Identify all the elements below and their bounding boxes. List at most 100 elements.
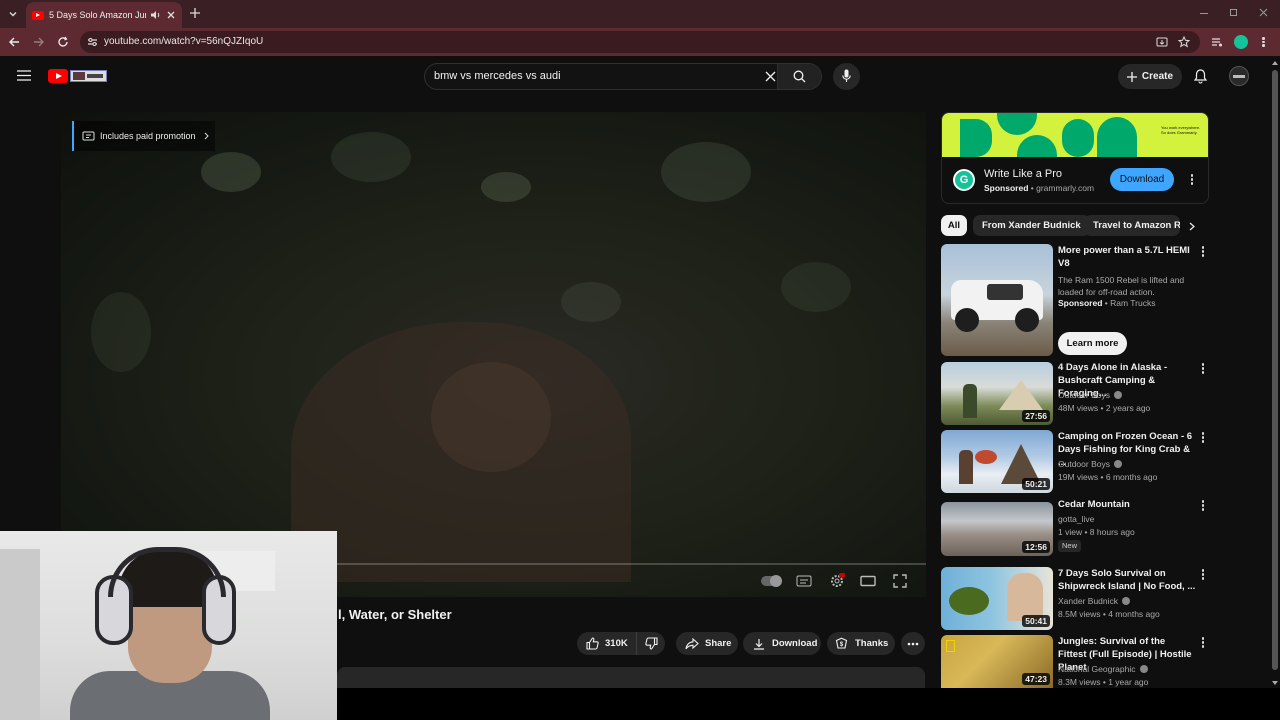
- promoted-thumbnail[interactable]: [941, 244, 1053, 356]
- search-box[interactable]: bmw vs mercedes vs audi: [424, 63, 822, 90]
- chip-travel-to-amazon[interactable]: Travel to Amazon R: [1084, 215, 1180, 236]
- video-thumbnail[interactable]: 27:56: [941, 362, 1053, 425]
- download-icon: [754, 638, 764, 650]
- promoted-title[interactable]: More power than a 5.7L HEMI V8: [1058, 244, 1196, 270]
- video-more-icon[interactable]: [1200, 362, 1206, 376]
- install-app-icon[interactable]: [1156, 36, 1168, 48]
- microphone-icon: [842, 69, 851, 82]
- download-button[interactable]: Download: [743, 632, 821, 655]
- chip-from-xander-budnick[interactable]: From Xander Budnick: [973, 215, 1090, 236]
- close-window-icon[interactable]: [1259, 8, 1268, 17]
- video-thumbnail[interactable]: 50:41: [941, 567, 1053, 630]
- youtube-logo[interactable]: [48, 69, 108, 83]
- learn-more-button[interactable]: Learn more: [1058, 332, 1127, 355]
- clear-search-icon[interactable]: [765, 71, 776, 82]
- video-more-icon[interactable]: [1200, 431, 1206, 445]
- minimize-icon[interactable]: [1200, 13, 1208, 14]
- browser-tab-strip: 5 Days Solo Amazon Jungle: [0, 0, 1280, 28]
- learn-more-label: Learn more: [1066, 338, 1119, 349]
- video-duration: 27:56: [1022, 410, 1050, 422]
- notifications-bell-icon[interactable]: [1194, 69, 1207, 84]
- browser-menu-icon[interactable]: [1262, 36, 1266, 48]
- bottom-black-bar: [337, 688, 1280, 720]
- like-button[interactable]: 310K: [577, 632, 637, 655]
- search-input[interactable]: bmw vs mercedes vs audi: [434, 70, 561, 82]
- subtitles-icon[interactable]: [796, 575, 812, 587]
- autoplay-toggle[interactable]: [761, 575, 782, 587]
- forward-arrow-icon[interactable]: [33, 36, 45, 48]
- channel-name[interactable]: Outdoor Boys: [1058, 459, 1110, 469]
- chip-all[interactable]: All: [941, 215, 967, 236]
- search-button[interactable]: [777, 64, 821, 89]
- fullscreen-icon[interactable]: [893, 574, 907, 588]
- bookmark-star-icon[interactable]: [1178, 36, 1190, 48]
- video-more-icon[interactable]: [1200, 568, 1206, 582]
- chip-label: Travel to Amazon R: [1093, 220, 1180, 231]
- video-duration: 47:23: [1022, 673, 1050, 685]
- media-controls-icon[interactable]: [1211, 36, 1223, 48]
- tab-search-button[interactable]: [6, 7, 20, 21]
- channel-name[interactable]: Xander Budnick: [1058, 596, 1118, 606]
- close-tab-icon[interactable]: [166, 10, 176, 20]
- scroll-up-icon[interactable]: [1272, 60, 1278, 66]
- channel-name[interactable]: National Geographic: [1058, 664, 1136, 674]
- grammarly-extension-icon[interactable]: [1234, 35, 1248, 49]
- video-title-link[interactable]: Cedar Mountain: [1058, 498, 1196, 511]
- voice-search-button[interactable]: [833, 63, 860, 90]
- new-tab-icon[interactable]: [189, 7, 201, 19]
- paid-promotion-icon: [82, 131, 95, 141]
- speaker-icon[interactable]: [150, 10, 162, 20]
- video-thumbnail[interactable]: 50:21: [941, 430, 1053, 493]
- video-more-icon[interactable]: [1200, 499, 1206, 513]
- chip-all-label: All: [947, 220, 961, 231]
- webcam-overlay: [0, 531, 337, 720]
- verified-check-icon: [1113, 460, 1122, 468]
- restore-icon[interactable]: [1230, 9, 1237, 16]
- more-actions-button[interactable]: [901, 632, 925, 655]
- theater-mode-icon[interactable]: [860, 575, 876, 587]
- browser-tab[interactable]: 5 Days Solo Amazon Jungle: [26, 2, 182, 28]
- video-thumbnail[interactable]: 12:56: [941, 502, 1053, 556]
- url-text: youtube.com/watch?v=56nQJZIqoU: [104, 36, 264, 47]
- paid-promotion-text: Includes paid promotion: [100, 131, 196, 141]
- hamburger-menu-icon[interactable]: [17, 70, 31, 81]
- grammarly-logo-icon: G: [953, 169, 975, 191]
- promoted-more-icon[interactable]: [1200, 245, 1206, 259]
- description-box[interactable]: [337, 667, 925, 688]
- channel-name[interactable]: gotta_live: [1058, 514, 1094, 524]
- new-badge: New: [1058, 540, 1082, 552]
- ad-more-icon[interactable]: [1189, 173, 1195, 187]
- share-arrow-icon: [685, 637, 699, 649]
- channel-name[interactable]: Outdoor Boys: [1058, 390, 1110, 400]
- scroll-down-icon[interactable]: [1272, 680, 1278, 686]
- thumbs-down-icon: [645, 637, 658, 650]
- thanks-button[interactable]: $ Thanks: [827, 632, 895, 655]
- address-bar[interactable]: youtube.com/watch?v=56nQJZIqoU: [80, 31, 1200, 53]
- ad-domain: grammarly.com: [1036, 183, 1095, 193]
- video-stats: 8.5M views • 4 months ago: [1058, 609, 1160, 619]
- paid-promotion-badge[interactable]: Includes paid promotion: [72, 121, 215, 151]
- video-title-link[interactable]: 7 Days Solo Survival on Shipwreck Island…: [1058, 567, 1196, 593]
- site-info-icon[interactable]: [87, 37, 98, 47]
- dislike-button[interactable]: [638, 632, 665, 655]
- ad-download-button[interactable]: Download: [1110, 168, 1174, 191]
- natgeo-logo-icon: [946, 640, 955, 652]
- video-player[interactable]: Includes paid promotion: [61, 112, 926, 597]
- doodle-logo-icon: [70, 70, 107, 82]
- sponsored-ad-card[interactable]: You work everywhere. So does Grammarly. …: [941, 112, 1209, 204]
- video-duration: 50:21: [1022, 478, 1050, 490]
- settings-gear-icon[interactable]: [829, 573, 845, 589]
- video-thumbnail[interactable]: 47:23: [941, 635, 1053, 688]
- page-scrollbar[interactable]: [1270, 60, 1280, 688]
- chips-next-chevron-icon[interactable]: [1189, 222, 1195, 231]
- create-button[interactable]: Create: [1118, 64, 1182, 89]
- more-horizontal-icon: [907, 642, 919, 645]
- ad-banner-text: You work everywhere. So does Grammarly.: [1161, 125, 1201, 135]
- avatar[interactable]: [1229, 66, 1249, 86]
- share-button[interactable]: Share: [676, 632, 738, 655]
- thumbs-up-icon: [586, 637, 599, 650]
- scrollbar-thumb[interactable]: [1272, 70, 1278, 670]
- back-arrow-icon[interactable]: [8, 36, 20, 48]
- reload-icon[interactable]: [57, 36, 69, 48]
- video-more-icon[interactable]: [1200, 636, 1206, 650]
